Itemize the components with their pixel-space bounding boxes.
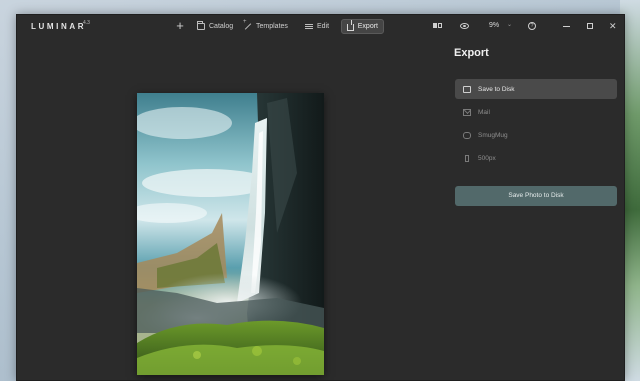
tab-edit-label: Edit — [317, 23, 330, 30]
add-photos-button[interactable]: + — [173, 19, 187, 33]
tab-export-label: Export — [357, 23, 378, 30]
option-label: Mail — [478, 108, 490, 116]
export-option-smugmug[interactable]: SmugMug — [455, 125, 617, 145]
export-panel: Export Save to Disk Mail SmugMug 500px S… — [447, 38, 624, 380]
sliders-icon — [305, 23, 313, 30]
help-glyph: ? — [528, 22, 536, 30]
app-version: 4.3 — [83, 20, 90, 26]
folder-icon — [463, 85, 471, 93]
export-option-mail[interactable]: Mail — [455, 102, 617, 122]
photo-canvas — [17, 38, 447, 380]
mail-icon — [463, 108, 471, 116]
close-icon[interactable]: ✕ — [609, 19, 617, 33]
minimize-icon[interactable] — [563, 26, 570, 27]
tab-templates-label: Templates — [256, 23, 288, 30]
magic-wand-icon — [243, 19, 252, 30]
500px-icon — [465, 154, 469, 162]
folder-icon — [197, 21, 205, 30]
option-label: Save to Disk — [478, 85, 515, 93]
export-option-save-to-disk[interactable]: Save to Disk — [455, 79, 617, 99]
smugmug-icon — [463, 131, 471, 139]
zoom-level[interactable]: 9% — [489, 22, 499, 29]
app-logo: LUMINAR — [31, 22, 87, 31]
tab-edit[interactable]: Edit — [300, 19, 334, 34]
eye-icon[interactable] — [458, 20, 472, 32]
chevron-down-icon[interactable]: ⌄ — [507, 21, 512, 28]
help-icon[interactable]: ? — [526, 20, 538, 32]
waterfall-photo — [137, 93, 324, 375]
maximize-icon[interactable] — [587, 23, 593, 29]
panel-title: Export — [454, 47, 489, 59]
export-option-500px[interactable]: 500px — [455, 148, 617, 168]
tab-templates[interactable]: Templates — [239, 19, 293, 34]
option-label: 500px — [478, 154, 496, 162]
compare-icon[interactable] — [431, 20, 445, 32]
titlebar: LUMINAR 4.3 + Catalog Templates Edit Exp… — [17, 15, 624, 38]
tab-catalog-label: Catalog — [209, 23, 234, 30]
luminar-window: LUMINAR 4.3 + Catalog Templates Edit Exp… — [16, 14, 625, 381]
export-icon — [347, 20, 354, 31]
option-label: SmugMug — [478, 131, 508, 139]
tab-export[interactable]: Export — [341, 19, 384, 34]
save-photo-button[interactable]: Save Photo to Disk — [455, 186, 617, 206]
tab-catalog[interactable]: Catalog — [192, 19, 238, 34]
